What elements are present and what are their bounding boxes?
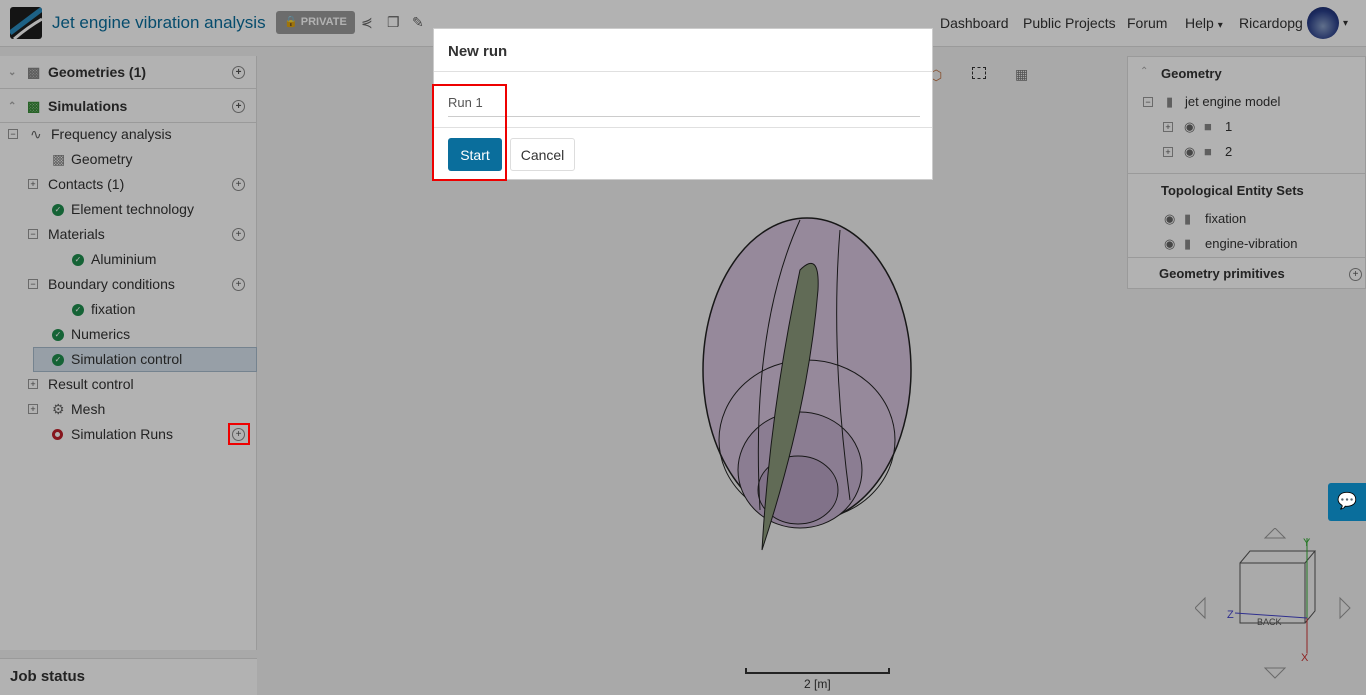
highlight-box: [228, 423, 250, 445]
new-run-dialog: New run Start Cancel: [433, 28, 933, 180]
run-name-input[interactable]: [448, 89, 920, 117]
dialog-title: New run: [448, 43, 508, 60]
highlight-box: [432, 84, 507, 181]
cancel-button[interactable]: Cancel: [510, 138, 575, 171]
chat-button[interactable]: 💬: [1328, 483, 1366, 521]
